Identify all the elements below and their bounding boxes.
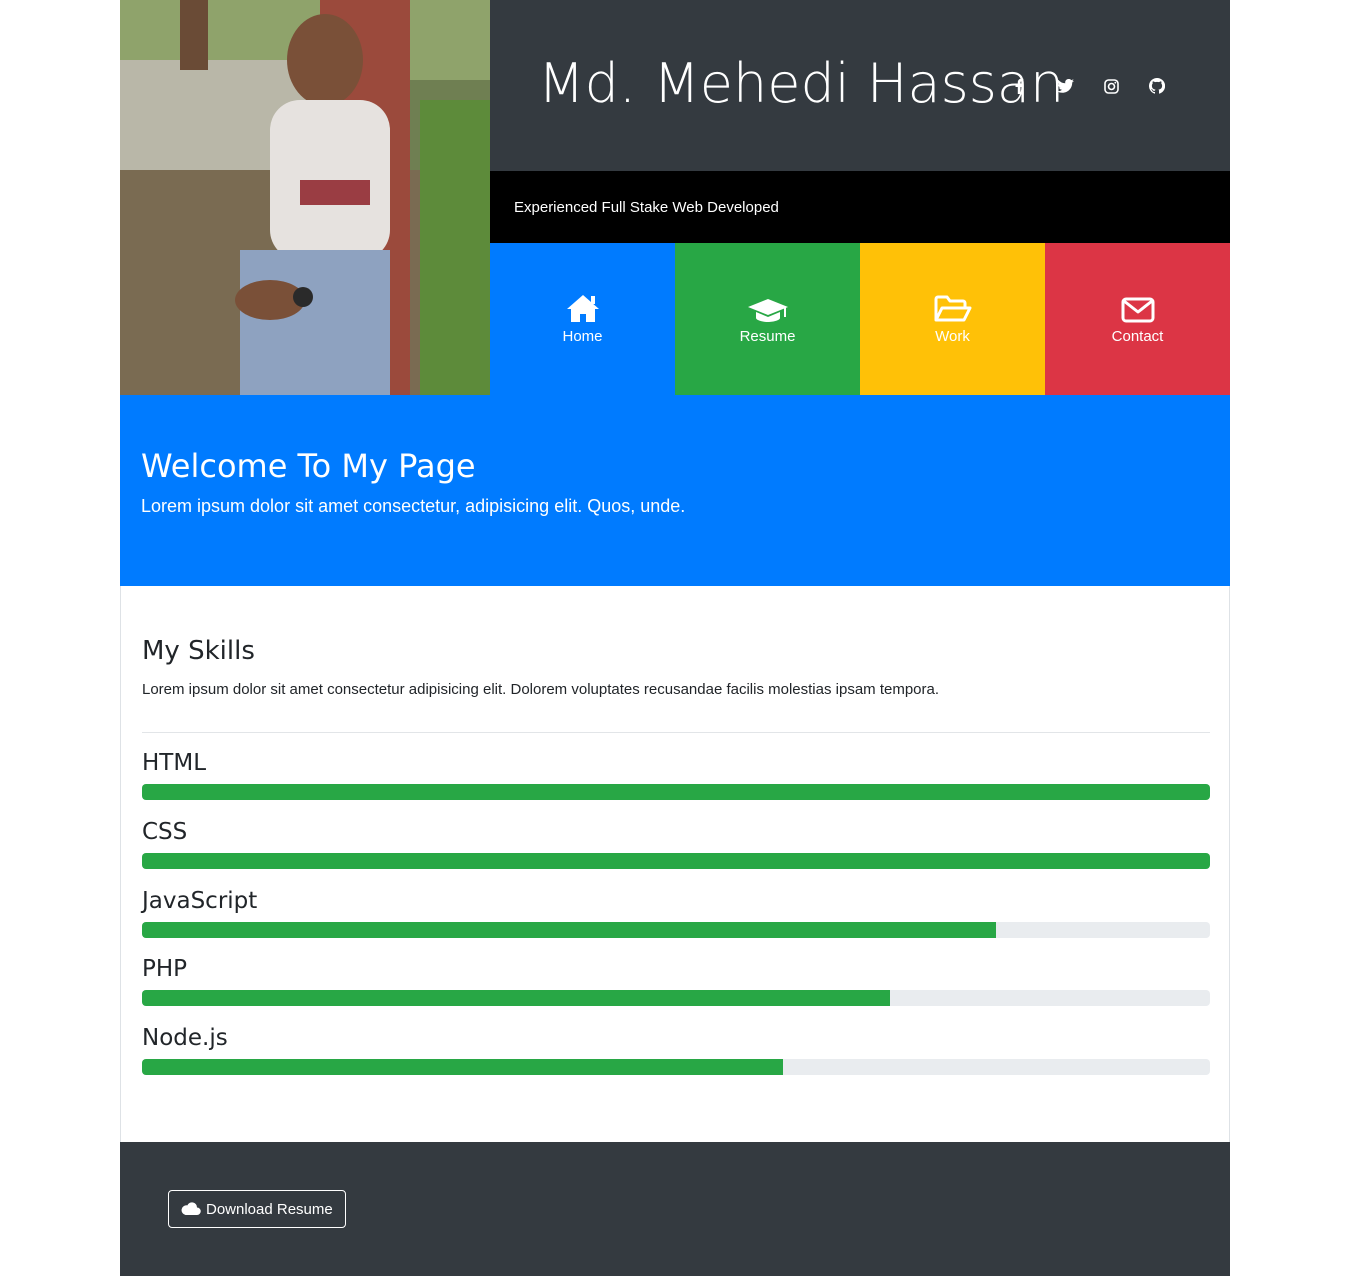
skill-name: PHP bbox=[142, 956, 188, 982]
progress-bar bbox=[142, 1059, 783, 1075]
progress-track bbox=[142, 922, 1210, 938]
progress-bar bbox=[142, 784, 1210, 800]
tagline-bar: Experienced Full Stake Web Developed bbox=[490, 171, 1230, 243]
skills-description: Lorem ipsum dolor sit amet consectetur a… bbox=[142, 681, 940, 698]
home-icon bbox=[566, 295, 599, 322]
folder-open-icon bbox=[934, 295, 971, 322]
instagram-link[interactable] bbox=[1088, 74, 1134, 98]
github-icon bbox=[1149, 78, 1165, 94]
progress-track bbox=[142, 990, 1210, 1006]
progress-track bbox=[142, 1059, 1210, 1075]
progress-track bbox=[142, 784, 1210, 800]
skills-divider bbox=[142, 732, 1210, 733]
graduation-cap-icon bbox=[747, 299, 788, 322]
progress-bar bbox=[142, 922, 997, 938]
nav-resume[interactable]: Resume bbox=[675, 243, 860, 395]
skill-item: HTML bbox=[142, 750, 1210, 800]
skill-name: Node.js bbox=[142, 1025, 228, 1051]
skill-item: JavaScript bbox=[142, 888, 1210, 938]
progress-bar bbox=[142, 990, 890, 1006]
skill-item: Node.js bbox=[142, 1025, 1210, 1075]
main-nav: Home Resume Work Contact bbox=[490, 243, 1230, 395]
instagram-icon bbox=[1103, 78, 1119, 94]
twitter-icon bbox=[1056, 79, 1074, 93]
nav-work-label: Work bbox=[935, 328, 970, 345]
download-resume-label: Download Resume bbox=[206, 1200, 333, 1218]
twitter-link[interactable] bbox=[1042, 74, 1088, 98]
facebook-link[interactable] bbox=[996, 74, 1042, 98]
nav-work[interactable]: Work bbox=[860, 243, 1045, 395]
profile-photo bbox=[120, 0, 490, 395]
skill-item: CSS bbox=[142, 819, 1210, 869]
envelope-icon bbox=[1121, 297, 1154, 323]
progress-bar bbox=[142, 853, 1210, 869]
social-links bbox=[996, 74, 1180, 98]
nav-resume-label: Resume bbox=[739, 328, 796, 345]
cloud-icon bbox=[181, 1202, 201, 1215]
site-owner-name: Md. Mehedi Hassan bbox=[538, 52, 1065, 115]
header-bar: Md. Mehedi Hassan bbox=[490, 0, 1230, 171]
welcome-text: Lorem ipsum dolor sit amet consectetur, … bbox=[141, 496, 686, 516]
nav-home-label: Home bbox=[562, 328, 603, 345]
welcome-title: Welcome To My Page bbox=[141, 447, 476, 485]
tagline: Experienced Full Stake Web Developed bbox=[514, 199, 779, 216]
nav-contact[interactable]: Contact bbox=[1045, 243, 1230, 395]
skill-name: HTML bbox=[142, 750, 207, 776]
nav-home[interactable]: Home bbox=[490, 243, 675, 395]
download-resume-button[interactable]: Download Resume bbox=[168, 1190, 346, 1228]
footer: Download Resume bbox=[120, 1142, 1230, 1276]
nav-contact-label: Contact bbox=[1111, 328, 1164, 345]
skill-item: PHP bbox=[142, 956, 1210, 1006]
skill-name: JavaScript bbox=[142, 888, 258, 914]
welcome-jumbotron: Welcome To My Page Lorem ipsum dolor sit… bbox=[120, 395, 1230, 586]
skills-section: My Skills Lorem ipsum dolor sit amet con… bbox=[120, 586, 1230, 1142]
skill-name: CSS bbox=[142, 819, 188, 845]
facebook-icon bbox=[1015, 78, 1024, 94]
skills-title: My Skills bbox=[142, 636, 255, 666]
github-link[interactable] bbox=[1134, 74, 1180, 98]
progress-track bbox=[142, 853, 1210, 869]
page: Md. Mehedi Hassan Experienced Full Stake… bbox=[120, 0, 1230, 1276]
